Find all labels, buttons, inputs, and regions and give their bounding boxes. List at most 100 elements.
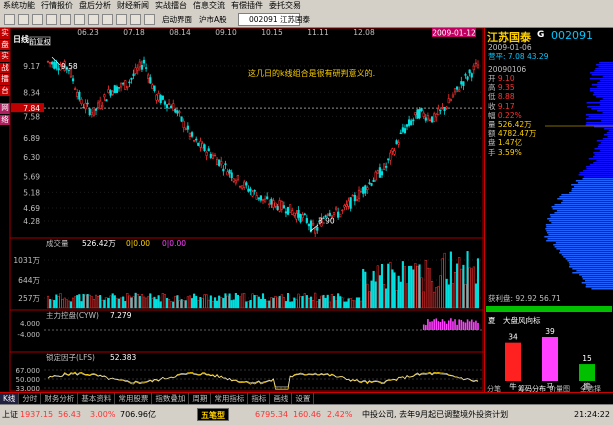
chip-bar: [569, 266, 613, 268]
wind-label: 大盘风向标: [503, 315, 541, 325]
launch-button[interactable]: 启动界面: [162, 14, 192, 25]
sh-index-value: 1937.15: [20, 410, 54, 419]
chip-bar: [547, 218, 613, 220]
kline-icon[interactable]: [74, 14, 85, 25]
candle-body: [46, 60, 50, 63]
chip-bar: [586, 122, 613, 124]
bottom-tab-5[interactable]: 指数叠加: [152, 393, 190, 404]
candle-body: [303, 213, 306, 215]
candle-body: [107, 89, 110, 94]
kline-chart[interactable]: 06.23 07.18 08.14 09.10 10.15 11.11 12.08 2009-…: [0, 28, 484, 392]
chip-bar: [549, 220, 613, 222]
candle-body: [178, 111, 181, 113]
candle-body: [299, 213, 302, 223]
menu-item-0[interactable]: 系统功能: [0, 0, 38, 11]
forward-icon[interactable]: [18, 14, 29, 25]
volume-bar: [46, 295, 50, 309]
menu-item-7[interactable]: 委托交易: [266, 0, 304, 11]
volume-bar: [464, 284, 467, 309]
candle-body: [474, 62, 478, 65]
candle-body: [391, 148, 394, 152]
volume-bar: [188, 295, 191, 309]
volume-bar: [205, 294, 208, 309]
volume-ma1: 0|0.00: [126, 239, 150, 248]
volume-bar: [67, 300, 70, 309]
bottom-tab-9[interactable]: 画线: [270, 393, 293, 404]
volume-bar: [443, 252, 446, 309]
volume-bar: [51, 299, 54, 309]
menu-bar: 系统功能 行情报价 盘后分析 财经新闻 实战擂台 信息交流 有偿插件 委托交易: [0, 0, 613, 11]
chip-bar: [577, 182, 613, 184]
chip-bar: [571, 190, 613, 192]
volume-bar: [282, 297, 285, 309]
volume-bar: [299, 296, 302, 309]
volume-bar: [364, 271, 367, 309]
volume-bar: [105, 297, 108, 309]
volume-bar: [383, 283, 386, 309]
volume-bar: [453, 272, 457, 309]
chip-bar: [567, 260, 613, 262]
stock-code-field[interactable]: 002091 江苏国泰: [238, 13, 310, 26]
candle-body: [253, 189, 256, 192]
bottom-tab-2[interactable]: 财务分析: [41, 393, 79, 404]
wind-bar-value: 34: [508, 333, 518, 342]
candle-body: [103, 94, 106, 98]
volume-tick: 644万: [18, 276, 40, 285]
chip-bar: [592, 156, 613, 158]
candle-body: [247, 188, 250, 192]
volume-bar: [474, 283, 477, 309]
back-icon[interactable]: [4, 14, 15, 25]
menu-item-1[interactable]: 行情报价: [38, 0, 76, 11]
price-tick: 6.89: [23, 134, 40, 143]
bottom-tab-1[interactable]: 分时: [19, 393, 42, 404]
chip-bar: [600, 120, 613, 122]
volume-bar: [117, 298, 121, 309]
bottom-tab-7[interactable]: 常用指标: [211, 393, 249, 404]
volume-bar: [234, 293, 237, 309]
menu-item-6[interactable]: 有偿插件: [228, 0, 266, 11]
bottom-tab-6[interactable]: 周期: [189, 393, 212, 404]
volume-bar: [353, 300, 356, 309]
volume-bar: [293, 297, 296, 309]
candle-body: [435, 113, 438, 118]
candle-body: [167, 102, 171, 105]
side-tab: 分笔: [487, 384, 501, 392]
bottom-tab-8[interactable]: 指标: [248, 393, 271, 404]
bottom-tab-0[interactable]: K线: [0, 393, 20, 404]
news-icon[interactable]: [102, 14, 113, 25]
bottom-tab-3[interactable]: 基本资料: [78, 393, 116, 404]
info-icon[interactable]: [116, 14, 127, 25]
candle-body: [261, 198, 265, 201]
volume-bar: [418, 264, 421, 309]
candle-body: [199, 140, 202, 148]
bottom-tab-4[interactable]: 常用股票: [115, 393, 153, 404]
chip-bar: [575, 180, 613, 182]
list-icon[interactable]: [60, 14, 71, 25]
menu-item-2[interactable]: 盘后分析: [76, 0, 114, 11]
bottom-tab-10[interactable]: 设置: [292, 393, 315, 404]
wuxing-badge[interactable]: 五笔型: [197, 408, 229, 421]
candle-body: [295, 212, 298, 220]
candle-body: [55, 62, 58, 69]
volume-bar: [476, 258, 480, 309]
volume-bar: [305, 295, 308, 309]
refresh-icon[interactable]: [46, 14, 57, 25]
chart-icon[interactable]: [88, 14, 99, 25]
price-tick: 5.69: [23, 172, 40, 181]
menu-item-4[interactable]: 实战擂台: [152, 0, 190, 11]
chip-bar: [554, 246, 613, 248]
price-tick: 8.34: [23, 88, 40, 97]
tools-icon[interactable]: [130, 14, 141, 25]
chip-bar: [588, 116, 613, 118]
price-tick: 6.30: [23, 153, 40, 162]
chip-bar: [600, 142, 613, 144]
candle-body: [380, 171, 384, 176]
candle-body: [364, 185, 367, 194]
candle-body: [418, 109, 421, 119]
window-icon[interactable]: [144, 14, 155, 25]
home-icon[interactable]: [32, 14, 43, 25]
news-ticker[interactable]: 中投公司, 去年9月起已调整境外投资计划: [362, 410, 508, 420]
market-button[interactable]: 沪市A股: [199, 14, 227, 25]
menu-item-3[interactable]: 财经新闻: [114, 0, 152, 11]
menu-item-5[interactable]: 信息交流: [190, 0, 228, 11]
